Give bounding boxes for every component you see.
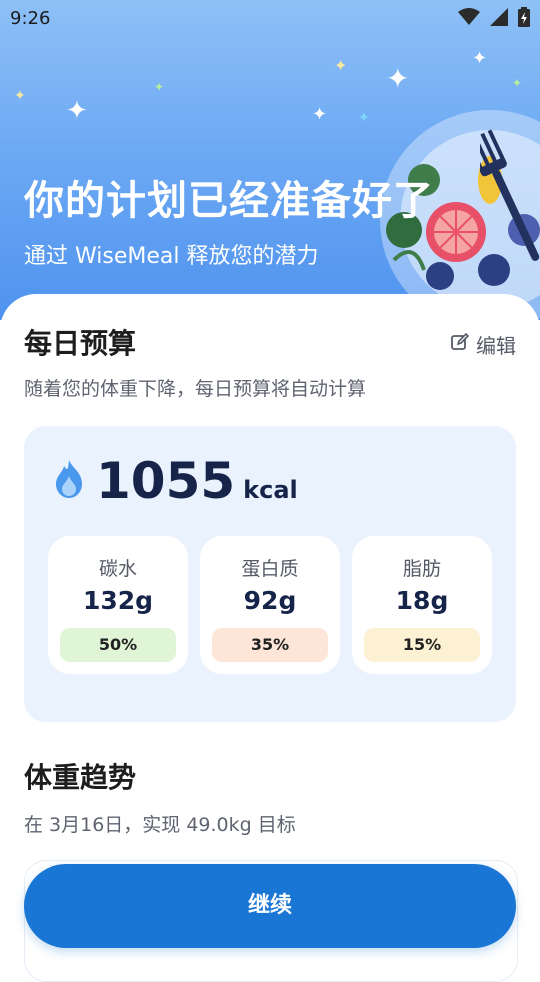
edit-button[interactable]: 编辑 [450, 330, 516, 359]
status-time: 9:26 [10, 8, 51, 29]
daily-budget-subtitle: 随着您的体重下降，每日预算将自动计算 [24, 378, 367, 400]
sparkle-icon: ✦ [472, 48, 488, 69]
macro-percent-badge: 35% [212, 628, 328, 662]
weight-trend-title: 体重趋势 [24, 761, 137, 794]
macro-value: 18g [395, 586, 449, 615]
macro-value: 132g [82, 586, 154, 615]
continue-button[interactable]: 继续 [24, 864, 516, 948]
calorie-value: 1055 [96, 452, 236, 510]
macro-percent-badge: 15% [364, 628, 480, 662]
macro-percent-badge: 50% [60, 628, 176, 662]
flame-icon [54, 460, 84, 502]
macro-value: 92g [243, 586, 297, 615]
hero-title: 你的计划已经准备好了 [24, 178, 434, 224]
sparkle-icon: ✦ [14, 88, 26, 104]
edit-icon [450, 332, 470, 357]
status-icons [458, 7, 530, 32]
wifi-icon [458, 8, 480, 31]
macro-card-fat: 脂肪 18g 15% [352, 536, 492, 674]
sparkle-icon: ✦ [66, 96, 88, 126]
status-bar: 9:26 [0, 0, 540, 38]
calorie-row: 1055 kcal [54, 452, 298, 510]
weight-trend-subtitle: 在 3月16日，实现 49.0kg 目标 [24, 814, 296, 836]
sparkle-icon: ✦ [154, 80, 165, 94]
edit-label: 编辑 [476, 334, 516, 358]
fork-icon [480, 129, 540, 261]
sparkle-icon: ✦ [312, 104, 328, 125]
battery-icon [518, 7, 530, 32]
macro-card-protein: 蛋白质 92g 35% [200, 536, 340, 674]
macro-name: 碳水 [98, 558, 137, 580]
macro-name: 蛋白质 [241, 558, 299, 580]
sparkle-icon: ✦ [512, 76, 523, 90]
signal-icon [490, 8, 508, 31]
macro-card-carbs: 碳水 132g 50% [48, 536, 188, 674]
hero-header: 9:26 ✦ ✦ ✦ ✦ ✦ ✦ ✦ ✦ ✦ 你的计划已经准备好了 通过 Wis… [0, 0, 540, 320]
sparkle-icon: ✦ [358, 110, 370, 126]
daily-budget-title: 每日预算 [24, 327, 137, 360]
sparkle-icon: ✦ [334, 56, 348, 75]
hero-subtitle: 通过 WiseMeal 释放您的潜力 [24, 244, 319, 269]
sparkle-icon: ✦ [386, 62, 410, 95]
calorie-unit: kcal [243, 476, 298, 504]
macro-name: 脂肪 [402, 558, 441, 580]
